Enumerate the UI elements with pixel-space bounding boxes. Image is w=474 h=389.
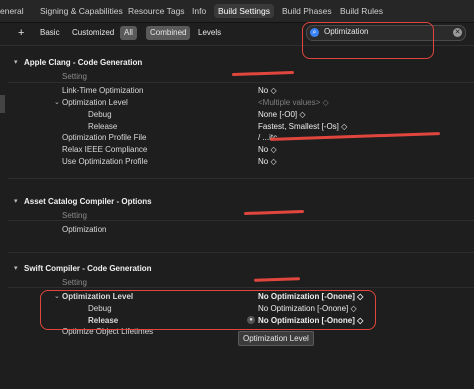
value-use-optimization-profile[interactable]: No ◇	[258, 157, 277, 166]
setting-optimization-profile-file[interactable]: Optimization Profile File	[62, 133, 146, 142]
tab-build-phases[interactable]: Build Phases	[278, 4, 336, 18]
tooltip: Optimization Level	[238, 331, 314, 346]
disclosure-icon[interactable]: ▾	[14, 58, 18, 66]
redaction-mark	[231, 70, 295, 77]
tab-info[interactable]: Info	[188, 4, 210, 18]
setting-use-optimization-profile[interactable]: Use Optimization Profile	[62, 157, 148, 166]
tab-build-settings[interactable]: Build Settings	[214, 4, 274, 18]
setting-header: Setting	[62, 211, 87, 220]
tab-signing-capabilities[interactable]: Signing & Capabilities	[36, 4, 127, 18]
add-button[interactable]: +	[14, 26, 28, 40]
filter-customized[interactable]: Customized	[68, 26, 118, 40]
value-relax-ieee[interactable]: No ◇	[258, 145, 277, 154]
redaction-mark	[253, 277, 301, 282]
filter-levels[interactable]: Levels	[194, 26, 225, 40]
disclosure-icon[interactable]: ⌄	[54, 98, 60, 106]
value-optimization-level[interactable]: <Multiple values> ◇	[258, 98, 329, 107]
setting-header: Setting	[62, 278, 87, 287]
clear-icon[interactable]: ✕	[453, 28, 462, 37]
filter-combined[interactable]: Combined	[146, 26, 191, 40]
value-opt-release[interactable]: Fastest, Smallest [-Os] ◇	[258, 122, 347, 131]
section-title-apple-clang: Apple Clang - Code Generation	[24, 58, 143, 67]
section-title-swift-compiler: Swift Compiler - Code Generation	[24, 264, 152, 273]
disclosure-icon[interactable]: ▾	[14, 264, 18, 272]
divider	[8, 252, 474, 253]
value-opt-debug[interactable]: None [-O0] ◇	[258, 110, 306, 119]
tab-resource-tags[interactable]: Resource Tags	[124, 4, 189, 18]
setting-optimization-level[interactable]: Optimization Level	[62, 98, 128, 107]
divider	[8, 287, 474, 288]
sidebar-edge	[0, 95, 5, 113]
section-title-asset-catalog: Asset Catalog Compiler - Options	[24, 197, 152, 206]
filter-all[interactable]: All	[120, 26, 137, 40]
tab-bar: eneral Signing & Capabilities Resource T…	[0, 0, 474, 23]
setting-link-time-optimization[interactable]: Link-Time Optimization	[62, 86, 144, 95]
setting-header: Setting	[62, 72, 87, 81]
setting-relax-ieee[interactable]: Relax IEEE Compliance	[62, 145, 147, 154]
annotation-box-swift-optimization	[40, 290, 376, 330]
divider	[8, 220, 474, 221]
tab-build-rules[interactable]: Build Rules	[336, 4, 387, 18]
redaction-mark	[243, 209, 305, 216]
tab-general[interactable]: eneral	[0, 4, 28, 18]
divider	[8, 178, 474, 179]
setting-asset-optimization[interactable]: Optimization	[62, 225, 106, 234]
value-link-time-optimization[interactable]: No ◇	[258, 86, 277, 95]
filter-basic[interactable]: Basic	[36, 26, 64, 40]
setting-opt-debug[interactable]: Debug	[88, 110, 112, 119]
divider	[8, 82, 474, 83]
setting-opt-release[interactable]: Release	[88, 122, 117, 131]
annotation-box-search	[302, 22, 434, 59]
disclosure-icon[interactable]: ▾	[14, 197, 18, 205]
